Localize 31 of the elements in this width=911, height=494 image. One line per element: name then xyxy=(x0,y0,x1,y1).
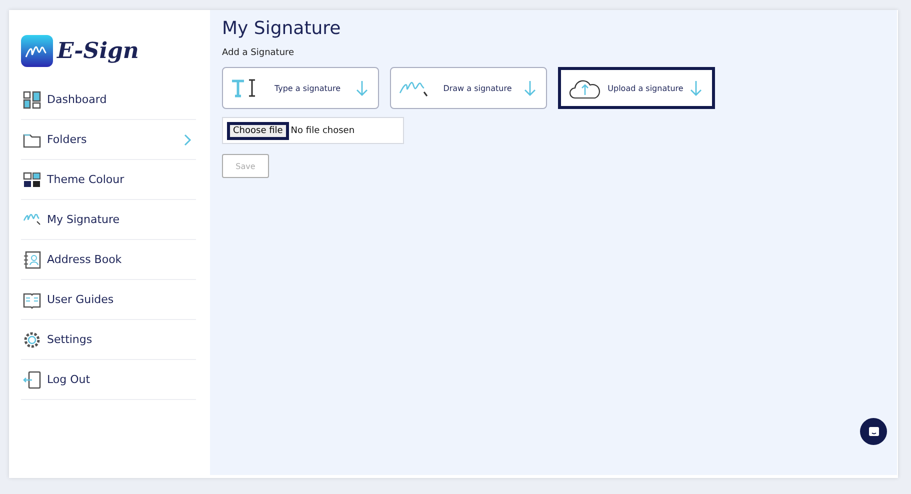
down-arrow-icon xyxy=(356,80,368,96)
cloud-upload-icon xyxy=(569,77,601,99)
logo-text: E-Sign xyxy=(57,38,139,64)
logout-icon xyxy=(23,370,41,388)
choose-file-button[interactable]: Choose file xyxy=(227,122,289,140)
sidebar-item[interactable]: Dashboard xyxy=(21,80,196,120)
sidebar-item[interactable]: Log Out xyxy=(21,360,196,400)
page-title: My Signature xyxy=(222,18,341,39)
signature-option[interactable]: Draw a signature xyxy=(390,67,547,109)
sidebar-item[interactable]: Settings xyxy=(21,320,196,360)
logo-icon xyxy=(21,35,53,67)
book-icon xyxy=(23,290,41,308)
signature-option[interactable]: Upload a signature xyxy=(558,67,715,109)
settings-icon xyxy=(23,330,41,348)
sidebar-item[interactable]: Theme Colour xyxy=(21,160,196,200)
sidebar-item[interactable]: User Guides xyxy=(21,280,196,320)
section-label: Add a Signature xyxy=(222,48,294,58)
signature-option[interactable]: Type a signature xyxy=(222,67,379,109)
down-arrow-icon xyxy=(690,80,702,96)
sidebar-item[interactable]: Address Book xyxy=(21,240,196,280)
file-input[interactable]: Choose file No file chosen xyxy=(222,117,404,144)
sidebar-item[interactable]: My Signature xyxy=(21,200,196,240)
chat-icon xyxy=(868,426,880,438)
signature-icon xyxy=(23,214,41,225)
dashboard-icon xyxy=(23,90,41,108)
sidebar-item[interactable]: Folders xyxy=(21,120,196,160)
file-status: No file chosen xyxy=(290,126,355,136)
down-arrow-icon xyxy=(524,80,536,96)
address-book-icon xyxy=(23,250,41,268)
chat-button[interactable] xyxy=(860,418,887,445)
theme-grid-icon xyxy=(23,170,41,188)
